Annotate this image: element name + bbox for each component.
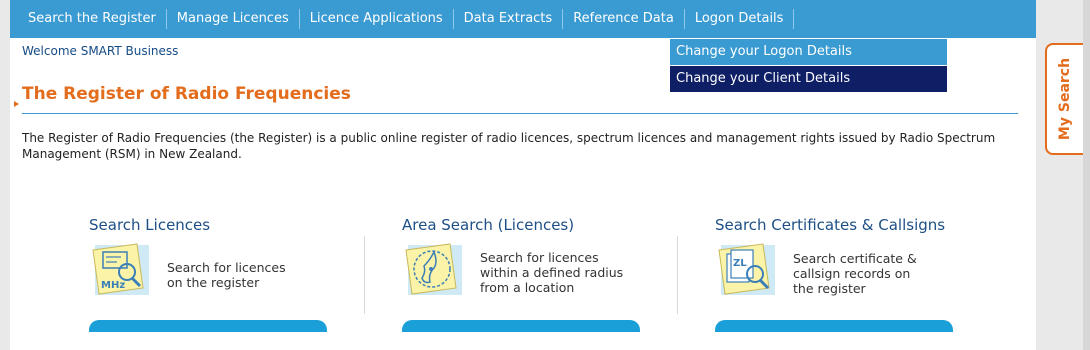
page-title: The Register of Radio Frequencies (22, 84, 351, 104)
card-desc-line: Search certificate & (793, 251, 917, 266)
area-search-map-icon[interactable] (404, 242, 464, 298)
card-bar-search-licences[interactable] (89, 320, 327, 332)
menu-change-logon-details[interactable]: Change your Logon Details (670, 39, 947, 66)
nav-logon-details[interactable]: Logon Details (683, 9, 795, 29)
card-desc-line: callsign records on (793, 266, 911, 281)
card-desc-line: on the register (167, 275, 260, 290)
card-separator (677, 236, 678, 314)
card-desc-search-certificates: Search certificate & callsign records on… (793, 251, 917, 296)
logon-details-dropdown: Change your Logon Details Change your Cl… (670, 39, 947, 92)
my-search-label: My Search (1057, 57, 1073, 141)
title-arrow-icon (14, 101, 19, 107)
card-search-certificates: Search Certificates & Callsigns ZL Searc… (715, 212, 953, 332)
nav-data-extracts[interactable]: Data Extracts (452, 9, 563, 29)
page: Search the Register Manage Licences Lice… (10, 0, 1036, 350)
card-desc-line: the register (793, 281, 866, 296)
title-divider (22, 113, 1018, 114)
card-desc-area-search: Search for licences within a defined rad… (480, 250, 623, 295)
nav-search-the-register[interactable]: Search the Register (18, 9, 166, 29)
card-separator (364, 236, 365, 314)
intro-paragraph: The Register of Radio Frequencies (the R… (22, 131, 996, 161)
card-bar-area-search[interactable] (402, 320, 640, 332)
my-search-tab[interactable]: My Search (1045, 43, 1083, 155)
card-desc-line: Search for licences (167, 260, 286, 275)
welcome-text: Welcome SMART Business (22, 44, 179, 58)
card-icon-text: ZL (733, 258, 747, 269)
nav-reference-data[interactable]: Reference Data (562, 9, 684, 29)
window-edge (1083, 0, 1090, 350)
main-nav: Search the Register Manage Licences Lice… (10, 0, 1036, 38)
card-title-area-search[interactable]: Area Search (Licences) (402, 216, 574, 234)
card-bar-search-certificates[interactable] (715, 320, 953, 332)
card-area-search: Area Search (Licences) Search for licenc… (402, 212, 640, 332)
card-title-search-licences[interactable]: Search Licences (89, 216, 210, 234)
card-title-search-certificates[interactable]: Search Certificates & Callsigns (715, 216, 945, 234)
certificate-search-icon[interactable]: ZL (717, 242, 777, 298)
card-search-licences: Search Licences MHz Search for licences … (89, 212, 327, 332)
menu-change-client-details[interactable]: Change your Client Details (670, 66, 947, 92)
card-desc-line: within a defined radius (480, 265, 624, 280)
licence-search-icon[interactable]: MHz (91, 242, 151, 298)
card-icon-text: MHz (101, 280, 125, 291)
card-desc-line: Search for licences (480, 250, 599, 265)
nav-licence-applications[interactable]: Licence Applications (298, 9, 453, 29)
nav-manage-licences[interactable]: Manage Licences (165, 9, 299, 29)
card-desc-search-licences: Search for licences on the register (167, 260, 286, 290)
card-desc-line: from a location (480, 280, 575, 295)
